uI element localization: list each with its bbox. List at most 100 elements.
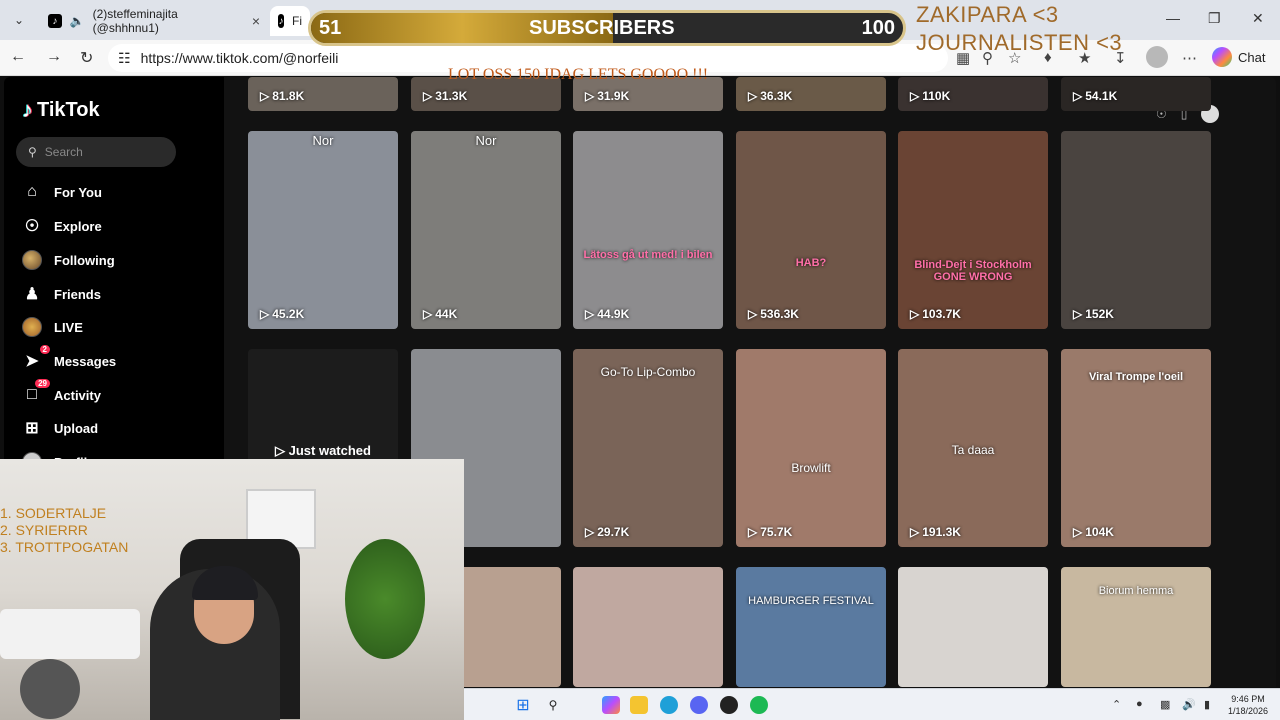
video-caption: HAB? [795, 257, 827, 269]
video-card[interactable]: HAB? ▷ 536.3K [736, 131, 886, 329]
video-card[interactable]: HAMBURGER FESTIVAL [736, 567, 886, 687]
close-window-icon[interactable]: ✕ [1252, 10, 1264, 27]
home-icon: ⌂ [27, 183, 37, 200]
browser-tab[interactable]: ♪ 🔈 (2)steffeminajita (@shhhnu1) × [40, 6, 268, 36]
plus-square-icon: ⊞ [25, 420, 39, 437]
tab-audio-icon[interactable]: 🔈 [70, 14, 85, 28]
video-caption: Ta daaa [951, 443, 995, 457]
video-card[interactable]: ▷ 110K [898, 77, 1048, 111]
edge-icon[interactable] [660, 696, 678, 714]
site-info-icon[interactable]: ☷ [118, 50, 131, 67]
search-icon[interactable]: ⚲ [544, 696, 562, 714]
sidebar-item-live[interactable]: LIVE [22, 317, 83, 337]
video-caption: HAMBURGER FESTIVAL [748, 595, 874, 607]
browser-tab-active[interactable]: ♪ Fi [270, 6, 310, 36]
play-icon: ▷ [585, 307, 595, 321]
view-count: ▷ 536.3K [748, 307, 799, 321]
copilot-chat-button[interactable]: Chat [1212, 47, 1265, 67]
play-icon: ▷ [585, 525, 595, 539]
view-count: ▷ 152K [1073, 307, 1114, 321]
discord-icon[interactable] [690, 696, 708, 714]
more-menu-icon[interactable]: ⋯ [1182, 49, 1197, 67]
video-card[interactable]: Browlift ▷ 75.7K [736, 349, 886, 547]
video-card[interactable]: Nor ▷ 44K [411, 131, 561, 329]
subscriber-goal: 100 [861, 17, 895, 39]
sidebar-item-friends[interactable]: ♟ Friends [22, 284, 101, 304]
copilot-icon[interactable] [602, 696, 620, 714]
refresh-icon[interactable]: ↻ [80, 48, 93, 68]
tab-actions-menu[interactable]: ⌄ [6, 8, 32, 32]
tab-title: (2)steffeminajita (@shhhnu1) [92, 7, 178, 35]
live-avatar-icon [22, 317, 42, 337]
view-count: ▷ 75.7K [748, 525, 793, 539]
video-caption: Viral Trompe l'oeil [1088, 371, 1184, 383]
file-explorer-icon[interactable] [630, 696, 648, 714]
video-caption: Browlift [791, 461, 831, 475]
play-icon: ▷ [910, 89, 920, 103]
play-icon: ▷ [748, 89, 758, 103]
maximize-icon[interactable]: ❐ [1208, 10, 1221, 27]
send-icon: ➤ 2 [22, 345, 50, 371]
message-icon: □ 29 [22, 379, 50, 405]
view-count: ▷ 45.2K [260, 307, 305, 321]
sidebar-item-messages[interactable]: ➤ 2 Messages [22, 345, 116, 371]
sidebar-item-following[interactable]: Following [22, 250, 115, 270]
video-card[interactable]: Go-To Lip-Combo ▷ 29.7K [573, 349, 723, 547]
video-card[interactable]: ▷ 54.1K [1061, 77, 1211, 111]
video-card[interactable]: ▷ 36.3K [736, 77, 886, 111]
video-card[interactable]: Biorum hemma [1061, 567, 1211, 687]
tray-volume-icon[interactable]: 🔊 [1182, 698, 1196, 711]
video-card[interactable]: Nor ▷ 45.2K [248, 131, 398, 329]
video-card[interactable]: Ta daaa ▷ 191.3K [898, 349, 1048, 547]
play-icon: ▷ [910, 525, 920, 539]
video-card[interactable] [573, 567, 723, 687]
windows-taskbar: ⊞ ⚲ ⌃ ● ▩ 🔊 ▮ 9:46 PM 1/18/2026 [464, 688, 1280, 720]
sidebar-item-label: Following [54, 252, 115, 268]
video-card[interactable]: ▷ 81.8K [248, 77, 398, 111]
search-input[interactable]: ⚲ Search [16, 137, 176, 167]
video-card[interactable]: ▷ 152K [1061, 131, 1211, 329]
sidebar-item-for-you[interactable]: ⌂ For You [22, 182, 102, 202]
tray-network-icon[interactable]: ▩ [1160, 698, 1170, 711]
room-sofa [0, 609, 140, 659]
sidebar-item-label: LIVE [54, 319, 83, 335]
copilot-icon [1212, 47, 1232, 67]
video-caption: Biorum hemma [1098, 585, 1174, 597]
overlay-list: 1. SODERTALJE 2. SYRIERRR 3. TROTTPOGATA… [0, 505, 128, 556]
logo-text: TikTok [37, 98, 100, 121]
sidebar-item-explore[interactable]: ☉ Explore [22, 216, 102, 236]
url-text: https://www.tiktok.com/@norfeili [140, 50, 339, 66]
view-count: ▷ 54.1K [1073, 89, 1118, 103]
start-icon[interactable]: ⊞ [514, 696, 532, 714]
close-tab-icon[interactable]: × [252, 13, 260, 29]
view-count: ▷ 44K [423, 307, 458, 321]
taskbar-clock[interactable]: 9:46 PM 1/18/2026 [1228, 693, 1268, 717]
play-icon: ▷ [1073, 525, 1083, 539]
spotify-icon[interactable] [750, 696, 768, 714]
play-icon: ▷ [585, 89, 595, 103]
profile-avatar[interactable] [1146, 46, 1168, 68]
sidebar-item-upload[interactable]: ⊞ Upload [22, 418, 98, 438]
video-card[interactable]: Lätoss gå ut med! i bilen ▷ 44.9K [573, 131, 723, 329]
tab-title: Fi [292, 14, 302, 28]
video-card[interactable]: Blind-Dejt i Stockholm GONE WRONG ▷ 103.7… [898, 131, 1048, 329]
forward-icon[interactable]: → [46, 48, 62, 66]
video-caption: Nor [312, 133, 334, 148]
tiktok-logo[interactable]: ♪ TikTok [22, 97, 100, 123]
video-caption: Go-To Lip-Combo [600, 365, 696, 379]
tray-battery-icon[interactable]: ▮ [1204, 698, 1210, 711]
subscriber-current: 51 [319, 17, 342, 39]
back-icon[interactable]: ← [10, 48, 26, 66]
obs-icon[interactable] [720, 696, 738, 714]
view-count: ▷ 104K [1073, 525, 1114, 539]
sidebar-item-activity[interactable]: □ 29 Activity [22, 379, 101, 405]
play-icon: ▷ [260, 307, 270, 321]
minimize-icon[interactable]: — [1166, 10, 1180, 26]
video-card[interactable] [898, 567, 1048, 687]
tray-mic-icon[interactable]: ● [1136, 698, 1143, 710]
video-card[interactable]: Viral Trompe l'oeil ▷ 104K [1061, 349, 1211, 547]
tray-chevron-icon[interactable]: ⌃ [1112, 698, 1121, 711]
search-placeholder: Search [44, 145, 83, 159]
tiktok-favicon-icon: ♪ [48, 14, 62, 28]
overlay-text-line2: JOURNALISTEN <3 [916, 30, 1123, 55]
